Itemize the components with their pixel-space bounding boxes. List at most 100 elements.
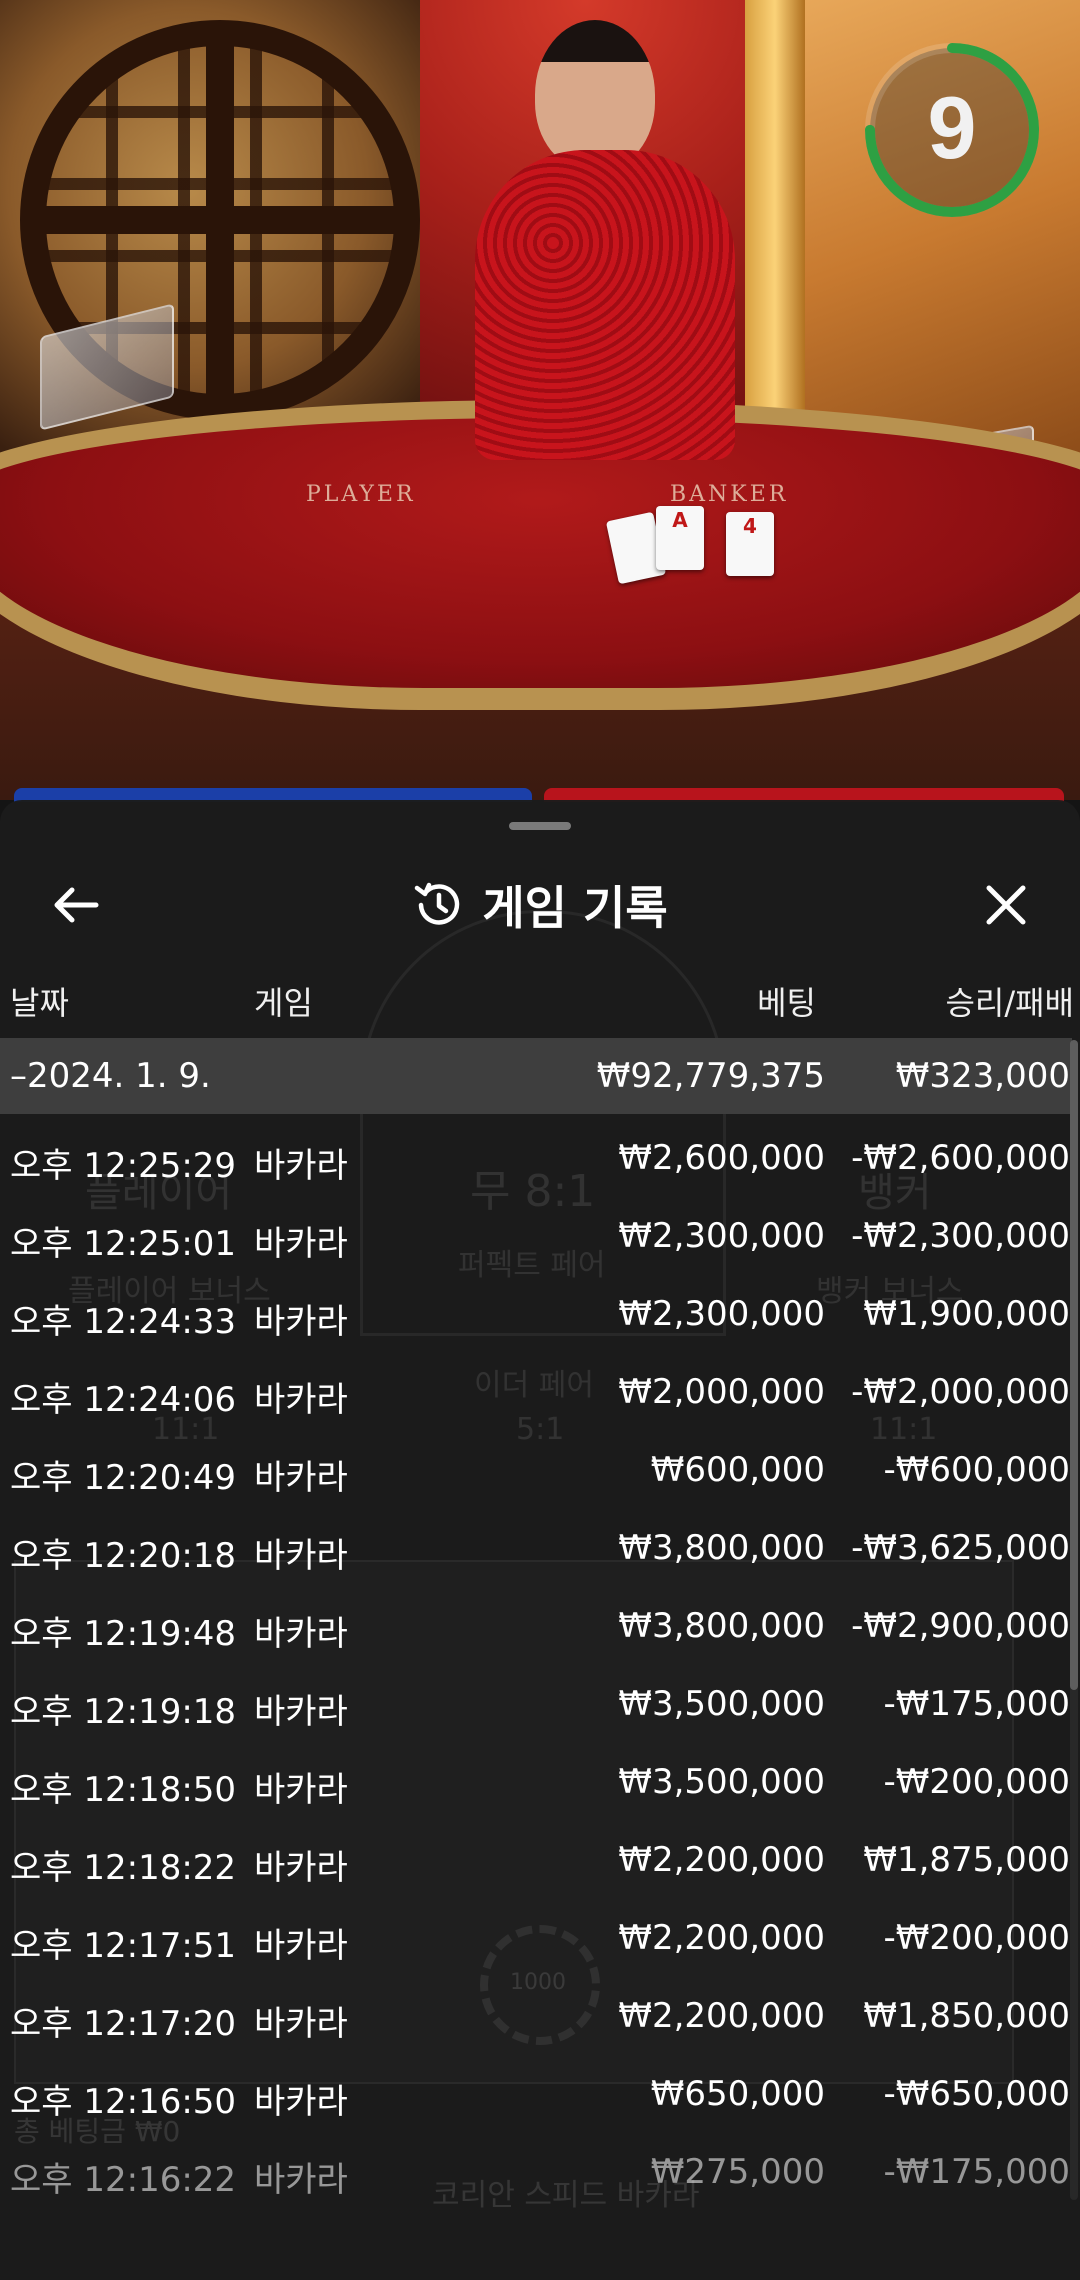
playing-card: 4 — [726, 512, 774, 576]
row-game: 바카라 — [254, 2004, 348, 2044]
sheet-header: 게임 기록 — [0, 850, 1080, 960]
row-game: 바카라 — [254, 2082, 348, 2122]
row-result: -₩200,000 — [883, 1918, 1071, 1958]
timer-value: 9 — [927, 78, 977, 177]
row-bet: ₩2,000,000 — [618, 1372, 825, 1412]
sheet-drag-handle[interactable] — [509, 822, 571, 830]
history-row[interactable]: 오후 12:17:20 바카라 ₩2,200,000 ₩1,850,000 — [0, 1978, 1072, 2056]
row-time: 오후 12:18:22 — [10, 1848, 237, 1888]
row-result: ₩1,850,000 — [863, 1996, 1070, 2036]
row-game: 바카라 — [254, 1380, 348, 1420]
date-group-row[interactable]: –2024. 1. 9. ₩92,779,375 ₩323,000 — [0, 1038, 1072, 1114]
row-time: 오후 12:20:49 — [10, 1458, 237, 1498]
playing-card: A — [656, 506, 704, 570]
row-result: -₩175,000 — [883, 1684, 1071, 1724]
felt-label-player: PLAYER — [306, 482, 416, 507]
back-button[interactable] — [36, 872, 116, 938]
history-row[interactable]: 오후 12:16:22 바카라 ₩275,000 -₩175,000 — [0, 2134, 1072, 2212]
history-row[interactable]: 오후 12:25:29 바카라 ₩2,600,000 -₩2,600,000 — [0, 1120, 1072, 1198]
row-time: 오후 12:16:50 — [10, 2082, 237, 2122]
row-bet: ₩600,000 — [650, 1450, 825, 1490]
history-row[interactable]: 오후 12:20:18 바카라 ₩3,800,000 -₩3,625,000 — [0, 1510, 1072, 1588]
row-bet: ₩2,300,000 — [618, 1216, 825, 1256]
row-bet: ₩275,000 — [650, 2152, 825, 2192]
history-row[interactable]: 오후 12:19:48 바카라 ₩3,800,000 -₩2,900,000 — [0, 1588, 1072, 1666]
column-header-game: 게임 — [254, 984, 313, 1022]
row-game: 바카라 — [254, 1926, 348, 1966]
history-row[interactable]: 오후 12:24:33 바카라 ₩2,300,000 ₩1,900,000 — [0, 1276, 1072, 1354]
date-group-total-bet: ₩92,779,375 — [596, 1056, 825, 1096]
row-time: 오후 12:17:51 — [10, 1926, 237, 1966]
countdown-timer: 9 — [862, 40, 1042, 220]
history-row[interactable]: 오후 12:24:06 바카라 ₩2,000,000 -₩2,000,000 — [0, 1354, 1072, 1432]
row-time: 오후 12:25:01 — [10, 1224, 237, 1264]
row-bet: ₩650,000 — [650, 2074, 825, 2114]
row-result: -₩2,000,000 — [851, 1372, 1070, 1412]
row-result: -₩2,300,000 — [851, 1216, 1070, 1256]
history-row[interactable]: 오후 12:25:01 바카라 ₩2,300,000 -₩2,300,000 — [0, 1198, 1072, 1276]
history-clock-icon — [415, 882, 460, 925]
dealer-head — [535, 20, 655, 170]
live-video-feed: PLAYER BANKER A 4 9 — [0, 0, 1080, 800]
row-game: 바카라 — [254, 1848, 348, 1888]
title-group: 게임 기록 — [0, 850, 1080, 960]
row-bet: ₩2,600,000 — [618, 1138, 825, 1178]
row-result: -₩2,600,000 — [851, 1138, 1070, 1178]
row-bet: ₩2,200,000 — [618, 1996, 825, 2036]
scrollbar[interactable] — [1070, 1040, 1078, 2200]
history-row[interactable]: 오후 12:18:50 바카라 ₩3,500,000 -₩200,000 — [0, 1744, 1072, 1822]
history-row[interactable]: 오후 12:20:49 바카라 ₩600,000 -₩600,000 — [0, 1432, 1072, 1510]
row-time: 오후 12:20:18 — [10, 1536, 237, 1576]
row-result: -₩600,000 — [883, 1450, 1071, 1490]
row-result: -₩175,000 — [883, 2152, 1071, 2192]
row-result: ₩1,875,000 — [863, 1840, 1070, 1880]
close-icon — [986, 885, 1026, 925]
row-game: 바카라 — [254, 1224, 348, 1264]
history-row[interactable]: 오후 12:16:50 바카라 ₩650,000 -₩650,000 — [0, 2056, 1072, 2134]
row-result: -₩200,000 — [883, 1762, 1071, 1802]
row-result: ₩1,900,000 — [863, 1294, 1070, 1334]
history-row[interactable]: 오후 12:17:51 바카라 ₩2,200,000 -₩200,000 — [0, 1900, 1072, 1978]
date-group-label: –2024. 1. 9. — [10, 1056, 211, 1096]
row-game: 바카라 — [254, 2160, 348, 2200]
scrollbar-thumb[interactable] — [1070, 1040, 1078, 1690]
row-bet: ₩3,500,000 — [618, 1762, 825, 1802]
dealer — [475, 20, 735, 460]
date-group-total-win-loss: ₩323,000 — [895, 1056, 1070, 1096]
row-bet: ₩2,300,000 — [618, 1294, 825, 1334]
row-bet: ₩2,200,000 — [618, 1918, 825, 1958]
table-header: 날짜 게임 베팅 승리/패배 — [0, 970, 1080, 1030]
page-title: 게임 기록 — [482, 881, 668, 935]
column-header-win-loss: 승리/패배 — [945, 984, 1074, 1022]
row-game: 바카라 — [254, 1146, 348, 1186]
felt-label-banker: BANKER — [670, 482, 789, 507]
row-time: 오후 12:17:20 — [10, 2004, 237, 2044]
dealer-body — [475, 150, 735, 460]
column-header-date: 날짜 — [10, 984, 69, 1022]
history-row[interactable]: 오후 12:18:22 바카라 ₩2,200,000 ₩1,875,000 — [0, 1822, 1072, 1900]
row-game: 바카라 — [254, 1536, 348, 1576]
row-game: 바카라 — [254, 1692, 348, 1732]
column-header-bet: 베팅 — [757, 984, 816, 1022]
close-button[interactable] — [966, 872, 1046, 938]
row-game: 바카라 — [254, 1614, 348, 1654]
row-bet: ₩3,800,000 — [618, 1606, 825, 1646]
row-time: 오후 12:19:18 — [10, 1692, 237, 1732]
row-time: 오후 12:24:06 — [10, 1380, 237, 1420]
row-result: -₩650,000 — [883, 2074, 1071, 2114]
history-list: 오후 12:25:29 바카라 ₩2,600,000 -₩2,600,000 오… — [0, 1120, 1072, 2212]
row-result: -₩3,625,000 — [851, 1528, 1070, 1568]
row-time: 오후 12:18:50 — [10, 1770, 237, 1810]
row-time: 오후 12:24:33 — [10, 1302, 237, 1342]
row-game: 바카라 — [254, 1302, 348, 1342]
row-bet: ₩2,200,000 — [618, 1840, 825, 1880]
row-game: 바카라 — [254, 1458, 348, 1498]
decor-pillar — [745, 0, 805, 460]
game-history-sheet: 플레이어 무 8:1 뱅커 퍼펙트 페어 플레이어 보너스 뱅커 보너스 이더 … — [0, 800, 1080, 2280]
row-time: 오후 12:25:29 — [10, 1146, 237, 1186]
row-result: -₩2,900,000 — [851, 1606, 1070, 1646]
row-bet: ₩3,800,000 — [618, 1528, 825, 1568]
row-game: 바카라 — [254, 1770, 348, 1810]
row-time: 오후 12:19:48 — [10, 1614, 237, 1654]
history-row[interactable]: 오후 12:19:18 바카라 ₩3,500,000 -₩175,000 — [0, 1666, 1072, 1744]
